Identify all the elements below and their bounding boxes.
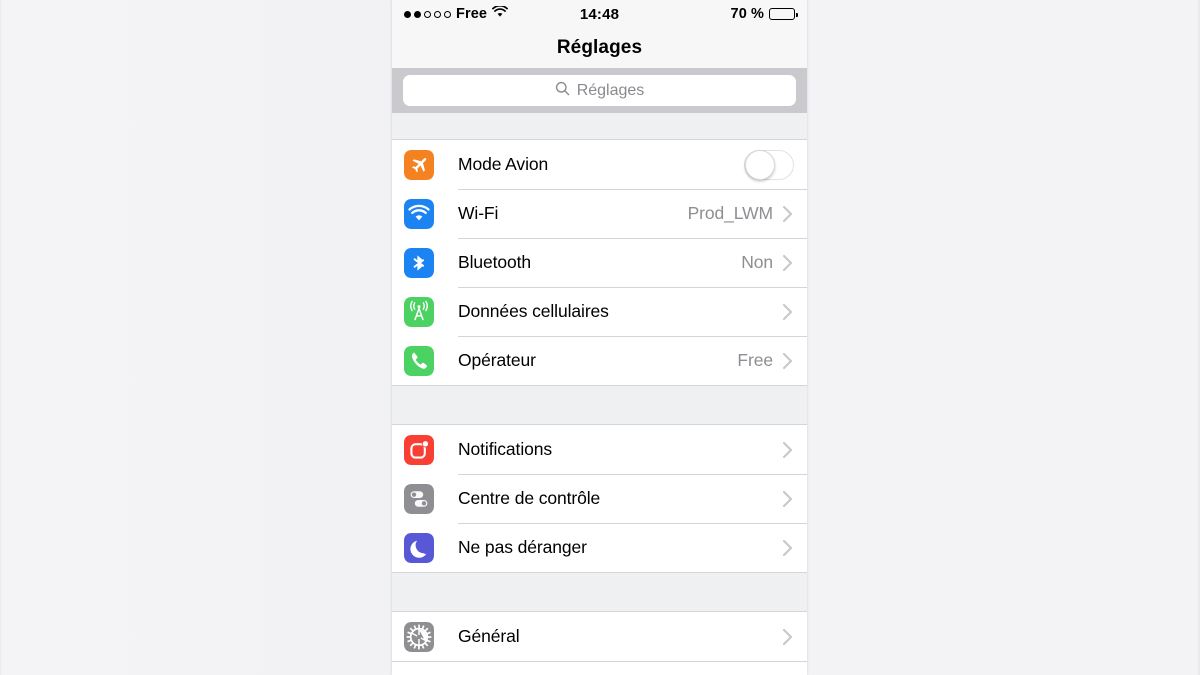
control-center-icon <box>404 483 434 514</box>
carrier-label: Free <box>456 6 488 22</box>
cellular-icon <box>404 296 434 327</box>
toggle-knob <box>745 149 775 180</box>
settings-row-label: Wi-Fi <box>458 203 499 223</box>
settings-row[interactable]: Ne pas déranger <box>392 523 807 572</box>
chevron-right-icon <box>782 352 793 370</box>
settings-row[interactable]: Opérateur Free <box>392 336 807 385</box>
chevron-right-icon <box>782 441 793 459</box>
status-bar-left: Free <box>404 4 580 22</box>
settings-row-label: Centre de contrôle <box>458 488 601 508</box>
signal-dot <box>444 10 451 18</box>
settings-group-connectivity: Mode Avion Wi-Fi Prod_LWM Bluetooth Non Donné… <box>392 139 807 386</box>
navigation-bar: Réglages <box>392 28 807 68</box>
chevron-right-icon <box>782 490 793 508</box>
settings-row[interactable]: Centre de contrôle <box>392 474 807 523</box>
chevron-right-icon <box>782 303 793 321</box>
phone-icon <box>404 345 434 376</box>
status-bar-clock: 14:48 <box>579 5 620 23</box>
chevron-right-icon <box>782 628 793 646</box>
airplane-icon <box>404 149 434 180</box>
settings-list: Mode Avion Wi-Fi Prod_LWM Bluetooth Non Donné… <box>392 113 807 662</box>
settings-row[interactable]: Données cellulaires <box>392 287 807 336</box>
settings-row-label: Données cellulaires <box>458 301 609 321</box>
status-bar: Free 14:48 70 % <box>392 0 807 28</box>
phone-screen: Free 14:48 70 % Réglages Réglages Mode A… <box>392 0 807 675</box>
settings-row-label: Ne pas déranger <box>458 537 587 557</box>
search-bar-container: Réglages <box>392 68 807 113</box>
wifi-icon <box>404 198 434 229</box>
airplane-mode-toggle[interactable] <box>744 149 794 180</box>
settings-row-label: Notifications <box>458 439 553 459</box>
settings-row-value: Prod_LWM <box>687 203 774 223</box>
signal-dot <box>424 10 431 18</box>
signal-dot <box>404 10 411 18</box>
search-input[interactable]: Réglages <box>403 75 796 106</box>
settings-row-label: Opérateur <box>458 350 536 370</box>
settings-row[interactable]: Notifications <box>392 425 807 474</box>
group-spacer <box>392 113 807 139</box>
signal-dot <box>414 10 421 18</box>
settings-row-value: Free <box>737 350 773 370</box>
gear-icon <box>404 621 434 652</box>
settings-row[interactable]: Wi-Fi Prod_LWM <box>392 189 807 238</box>
settings-row-value: Non <box>741 252 773 272</box>
battery-icon <box>769 8 798 20</box>
signal-strength-dots <box>404 10 451 18</box>
chevron-right-icon <box>782 205 793 223</box>
chevron-right-icon <box>782 254 793 272</box>
bluetooth-icon <box>404 247 434 278</box>
wifi-icon <box>492 4 508 22</box>
settings-row-label: Mode Avion <box>458 154 549 174</box>
backdrop-left-edge <box>0 0 2 675</box>
search-placeholder: Réglages <box>576 81 645 99</box>
status-bar-right: 70 % <box>619 6 798 22</box>
moon-icon <box>404 532 434 563</box>
notifications-icon <box>404 434 434 465</box>
chevron-right-icon <box>782 539 793 557</box>
group-spacer <box>392 573 807 611</box>
page-title: Réglages <box>556 37 643 58</box>
settings-row[interactable]: Bluetooth Non <box>392 238 807 287</box>
group-spacer <box>392 386 807 424</box>
battery-percent-label: 70 % <box>730 6 764 22</box>
settings-group-system: Général <box>392 611 807 662</box>
settings-row[interactable]: Général <box>392 612 807 661</box>
settings-row-label: Bluetooth <box>458 252 532 272</box>
settings-group-alerts: Notifications Centre de contrôle Ne pas dé… <box>392 424 807 573</box>
signal-dot <box>434 10 441 18</box>
search-icon <box>555 81 570 101</box>
settings-row[interactable]: Mode Avion <box>392 140 807 189</box>
settings-row-label: Général <box>458 626 520 646</box>
